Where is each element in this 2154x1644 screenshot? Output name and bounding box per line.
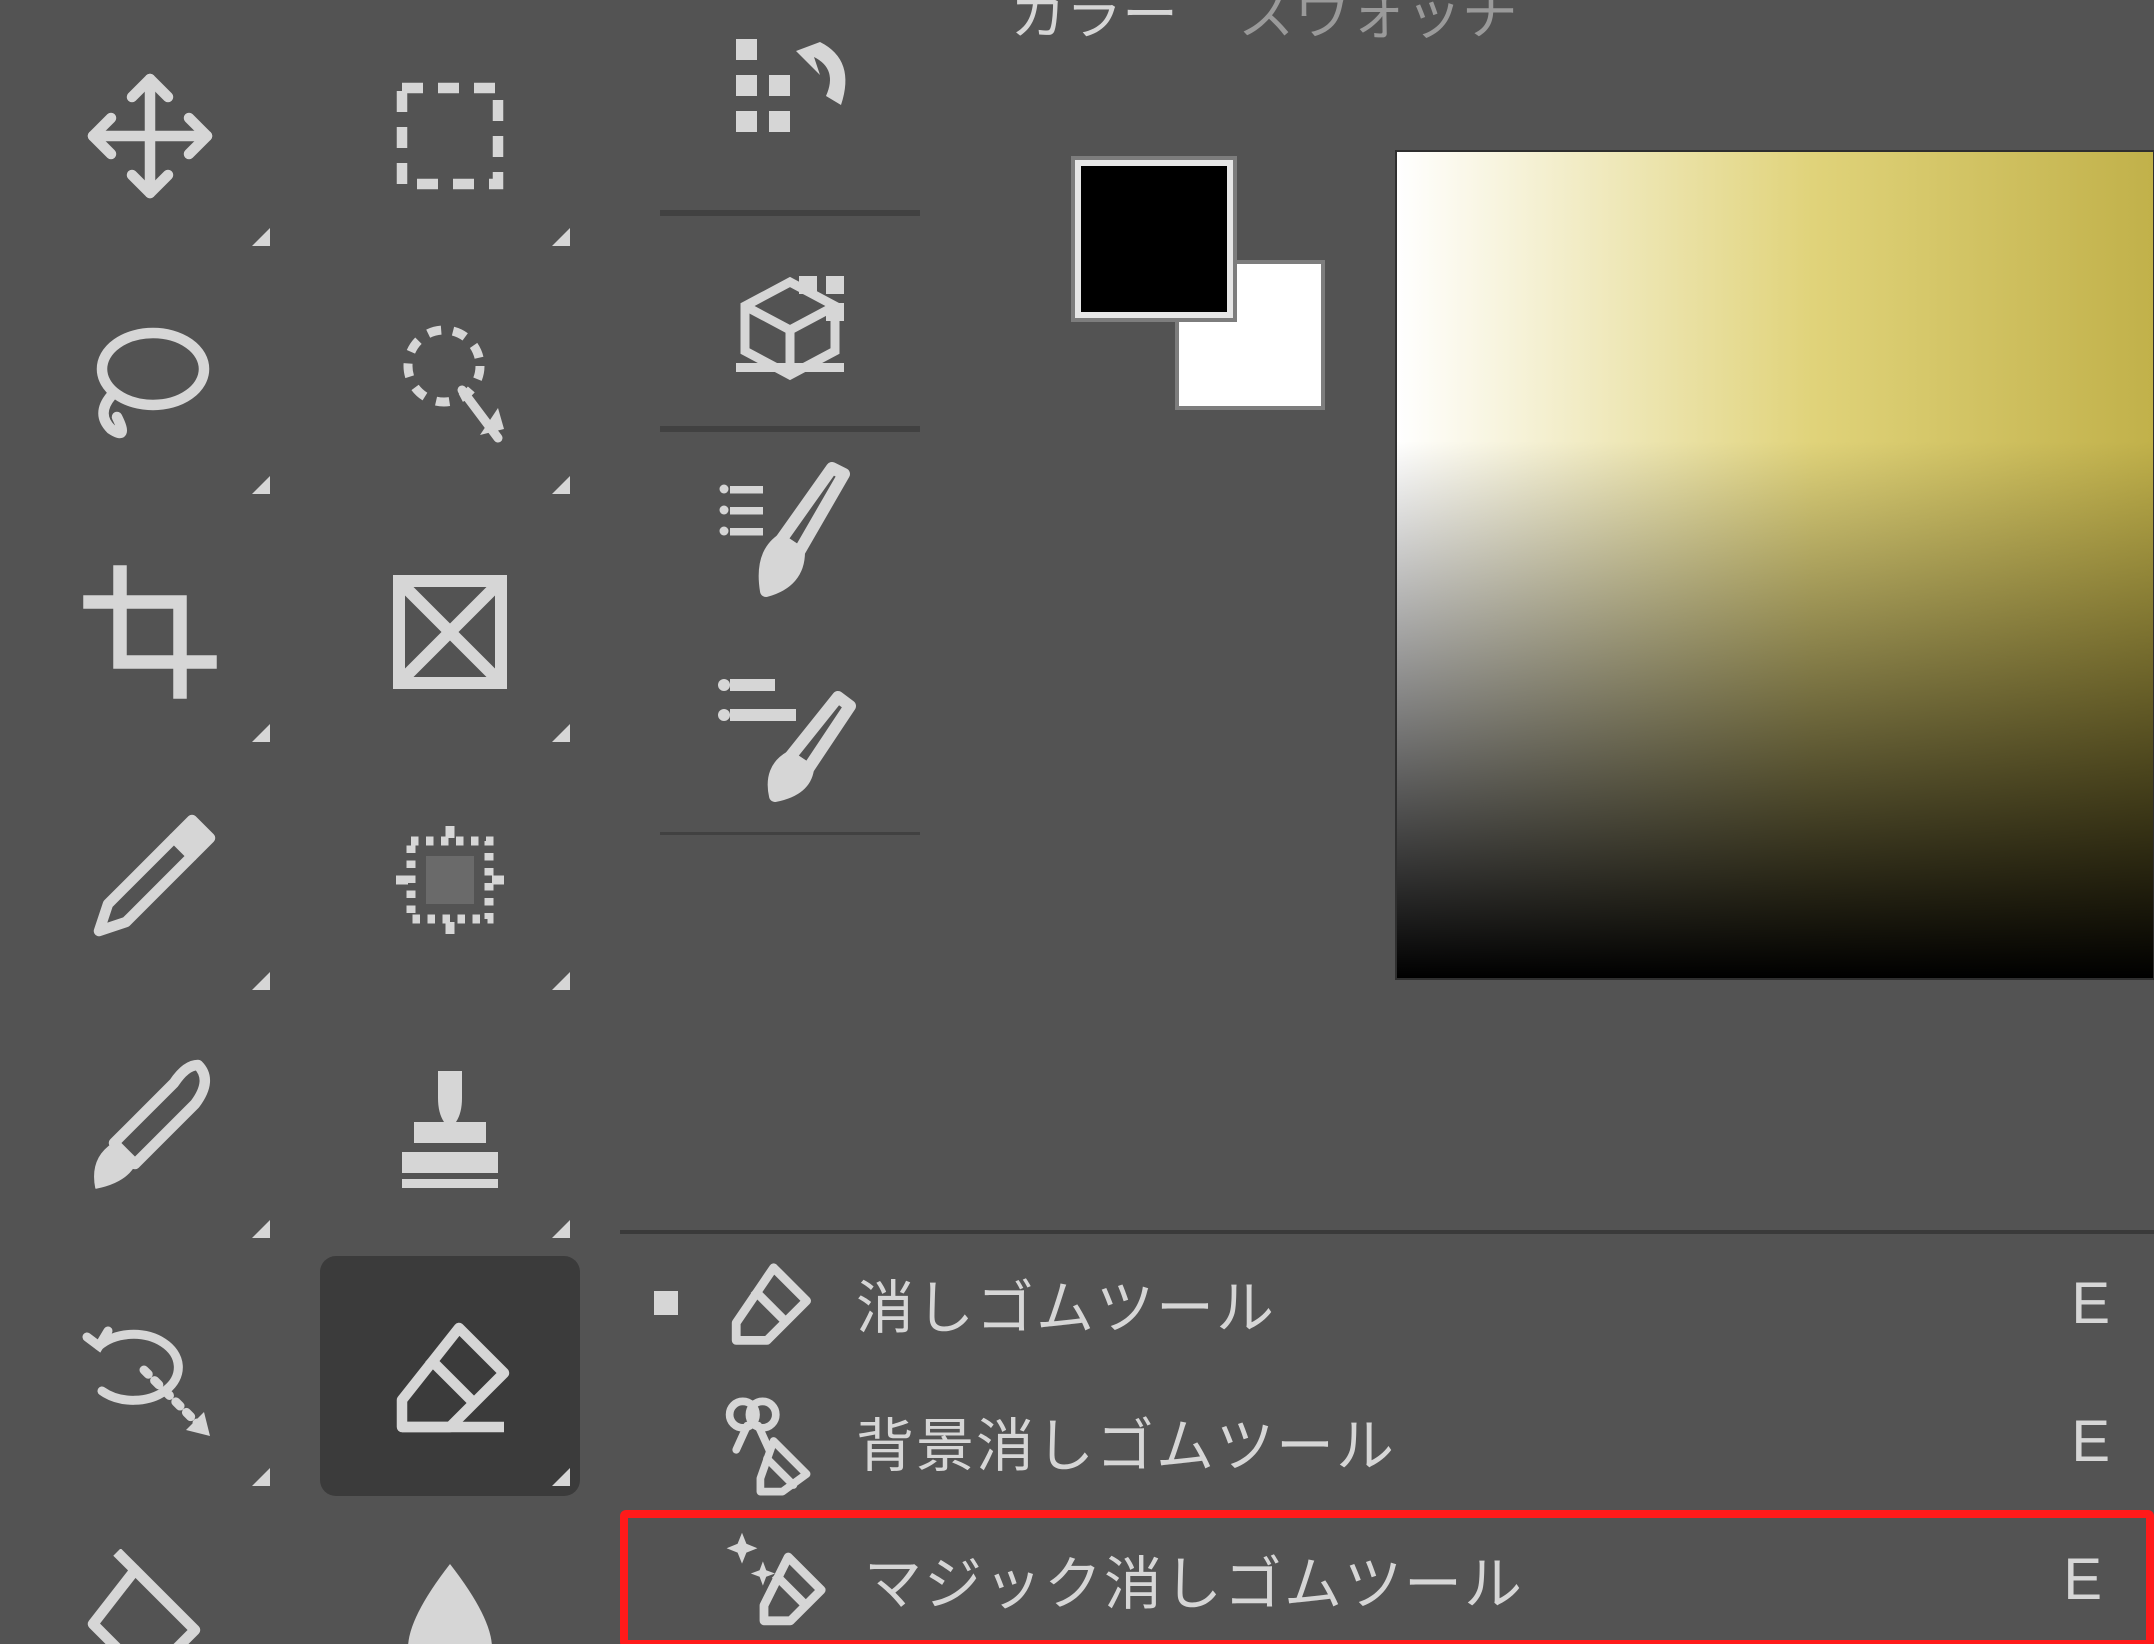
history-brush-icon: [75, 1301, 225, 1451]
brush-presets-button[interactable]: [715, 652, 865, 802]
menu-item-eraser[interactable]: 消しゴムツール E: [620, 1234, 2154, 1372]
menu-item-magic-eraser[interactable]: マジック消しゴムツール E: [620, 1510, 2154, 1644]
eraser-icon: [375, 1301, 525, 1451]
eyedropper-icon: [75, 805, 225, 955]
crop-icon: [75, 557, 225, 707]
eraser-flyout-menu: 消しゴムツール E 背景消しゴムツール E マジック消しゴムツール E: [620, 1230, 2154, 1644]
tool-marquee[interactable]: [320, 16, 580, 256]
magic-eraser-icon: [720, 1524, 830, 1634]
eraser-icon: [712, 1248, 822, 1358]
move-icon: [75, 61, 225, 211]
tool-history-brush[interactable]: [20, 1256, 280, 1496]
tool-patch[interactable]: [320, 760, 580, 1000]
menu-item-shortcut: E: [2071, 1408, 2110, 1475]
stamp-icon: [375, 1053, 525, 1203]
tool-crop[interactable]: [20, 512, 280, 752]
3d-panel-button[interactable]: [715, 246, 865, 396]
tab-swatches[interactable]: スウォッチ: [1238, 0, 1518, 51]
brush-icon: [75, 1053, 225, 1203]
tool-move[interactable]: [20, 16, 280, 256]
quick-select-icon: [375, 309, 525, 459]
panel-column: [660, 0, 920, 1100]
tab-color[interactable]: カラー: [1010, 0, 1178, 51]
color-field[interactable]: [1395, 150, 2154, 980]
menu-item-label: 消しゴムツール: [856, 1261, 2037, 1345]
menu-item-shortcut: E: [2063, 1546, 2102, 1613]
marquee-icon: [375, 61, 525, 211]
blur-icon: [375, 1549, 525, 1644]
step-back-button[interactable]: [715, 30, 865, 180]
tool-frame[interactable]: [320, 512, 580, 752]
tool-blur[interactable]: [320, 1504, 580, 1644]
brush-settings-button[interactable]: [715, 462, 865, 612]
bg-eraser-icon: [712, 1386, 822, 1496]
frame-icon: [375, 557, 525, 707]
tool-lasso[interactable]: [20, 264, 280, 504]
foreground-color-swatch[interactable]: [1075, 160, 1233, 318]
menu-item-bg-eraser[interactable]: 背景消しゴムツール E: [620, 1372, 2154, 1510]
tool-paint-bucket[interactable]: [20, 1504, 280, 1644]
paint-bucket-icon: [75, 1549, 225, 1644]
tool-eraser[interactable]: [320, 1256, 580, 1496]
lasso-icon: [75, 309, 225, 459]
menu-item-label: 背景消しゴムツール: [856, 1399, 2037, 1483]
tool-brush[interactable]: [20, 1008, 280, 1248]
menu-item-label: マジック消しゴムツール: [864, 1537, 2029, 1621]
patch-icon: [375, 805, 525, 955]
active-tool-indicator: [654, 1291, 678, 1315]
toolbox: [0, 0, 602, 1644]
tool-eyedropper[interactable]: [20, 760, 280, 1000]
menu-item-shortcut: E: [2071, 1270, 2110, 1337]
fg-bg-swatches[interactable]: [1075, 160, 1325, 410]
tool-quick-select[interactable]: [320, 264, 580, 504]
tool-stamp[interactable]: [320, 1008, 580, 1248]
